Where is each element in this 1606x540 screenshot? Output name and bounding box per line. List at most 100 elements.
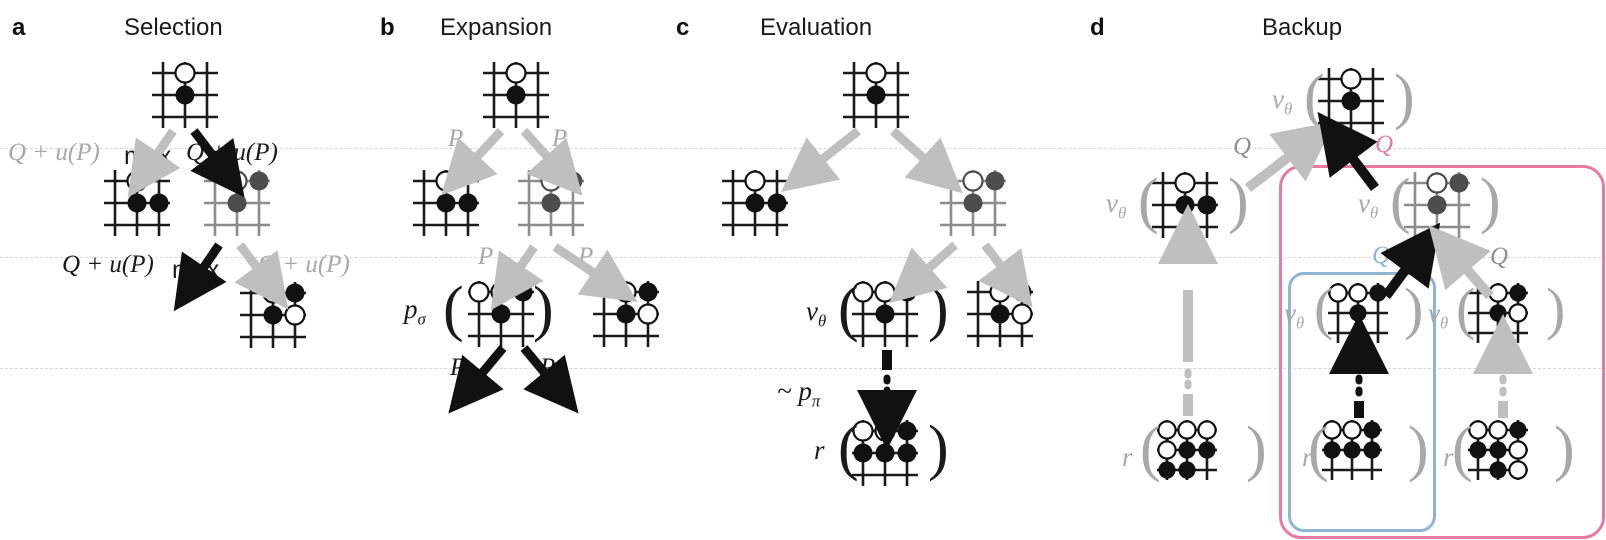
- paren-close-d-right: ): [1480, 167, 1501, 235]
- reward-label-d-left: r: [1122, 442, 1133, 472]
- panel-title-evaluation: Evaluation: [760, 14, 873, 41]
- q-label-d-gray-2: Q: [1490, 243, 1509, 270]
- board-evaluated-leaf-d: [1328, 283, 1388, 343]
- edge-label-p-b3: P: [478, 243, 494, 270]
- arrow-c-mid-right: [978, 242, 1033, 308]
- paren-close-d-tl: ): [1246, 415, 1267, 483]
- p-sigma-base: p: [404, 294, 418, 324]
- board-child-left-d: [1152, 172, 1218, 238]
- nu-base-d-root: ν: [1272, 84, 1284, 114]
- board-child-right-a: [204, 170, 270, 236]
- board-child-right-c: [940, 170, 1006, 236]
- board-root-a: [152, 62, 218, 128]
- value-label-d-left: νθ: [1106, 190, 1126, 222]
- paren-close-b: ): [533, 275, 554, 343]
- nu-base-d-leaf: ν: [1284, 298, 1296, 328]
- paren-close-d-tm: ): [1408, 415, 1429, 483]
- max-label-a1: max: [124, 142, 172, 170]
- paren-open-d-tr: (: [1452, 415, 1473, 483]
- value-label-d-sib: νθ: [1428, 300, 1448, 332]
- paren-open-c1: (: [838, 275, 859, 343]
- arrow-c-root-left: [781, 127, 861, 193]
- board-root-c: [843, 62, 909, 128]
- board-child-left-c: [722, 170, 788, 236]
- paren-open-d-root: (: [1304, 63, 1325, 131]
- nu-base-d-left: ν: [1106, 188, 1118, 218]
- paren-open-c2: (: [838, 414, 859, 482]
- value-label-c: νθ: [806, 298, 826, 330]
- panel-letter-d: d: [1090, 14, 1105, 41]
- paren-close-c2: ): [928, 414, 949, 482]
- nu-subscript-d-root: θ: [1283, 99, 1293, 119]
- nu-base-d-right: ν: [1358, 188, 1370, 218]
- paren-open-d-right: (: [1390, 167, 1411, 235]
- paren-open-d-sib: (: [1456, 276, 1476, 341]
- edge-label-qu-a2: Q + u(P): [186, 139, 278, 166]
- panel-letter-b: b: [380, 14, 395, 41]
- arrow-b-mid-left: [490, 244, 544, 311]
- panel-title-backup: Backup: [1262, 14, 1343, 41]
- p-pi-base: ~ p: [777, 376, 812, 406]
- paren-close-d-leaf: ): [1404, 276, 1424, 341]
- alphago-mcts-figure: a Selection Q + u(P) Q + u(P) max Q + u(…: [0, 0, 1606, 540]
- paren-open-b: (: [443, 275, 464, 343]
- paren-close-c1: ): [928, 275, 949, 343]
- board-expanded-b: [468, 281, 534, 347]
- max-label-a2: max: [172, 256, 220, 284]
- paren-open-d-leaf: (: [1314, 276, 1334, 341]
- board-terminal-right-d: [1468, 420, 1528, 480]
- panel-letter-c: c: [676, 14, 690, 41]
- board-terminal-mid-d: [1322, 420, 1382, 480]
- policy-label-p-sigma: pσ: [404, 296, 426, 328]
- edge-label-qu-a1: Q + u(P): [8, 139, 100, 166]
- board-evaluated-leaf-c: [852, 281, 918, 347]
- nu-subscript-c: θ: [817, 311, 827, 331]
- p-pi-subscript: π: [811, 391, 821, 411]
- board-terminal-left-d: [1157, 420, 1217, 480]
- edge-label-p-b5: P: [450, 354, 466, 381]
- value-label-d-root: νθ: [1272, 86, 1292, 118]
- paren-open-d-left: (: [1138, 167, 1159, 235]
- q-label-d-gray-1: Q: [1233, 133, 1252, 160]
- reward-label-c: r: [814, 435, 825, 465]
- board-root-b: [483, 62, 549, 128]
- nu-subscript-d-sib: θ: [1439, 313, 1449, 333]
- panel-letter-a: a: [12, 14, 26, 41]
- edge-label-qu-a3: Q + u(P): [62, 251, 154, 278]
- board-rollout-terminal-c: [852, 420, 918, 486]
- nu-subscript-d-right: θ: [1369, 203, 1379, 223]
- board-sibling-d: [1468, 283, 1528, 343]
- board-sibling-b: [593, 281, 659, 347]
- rollout-policy-label-c: ~ pπ: [777, 378, 820, 410]
- board-child-left-a: [104, 170, 170, 236]
- board-leaf-a: [240, 282, 306, 348]
- paren-close-d-tr: ): [1554, 415, 1575, 483]
- paren-close-d-left: ): [1228, 167, 1249, 235]
- paren-open-d-tm: (: [1308, 415, 1329, 483]
- nu-subscript-d-leaf: θ: [1295, 313, 1305, 333]
- paren-close-d-sib: ): [1546, 276, 1566, 341]
- panel-title-expansion: Expansion: [440, 14, 553, 41]
- paren-close-d-root: ): [1394, 63, 1415, 131]
- p-sigma-subscript: σ: [417, 309, 426, 329]
- edge-label-p-b1: P: [448, 125, 464, 152]
- board-child-left-b: [413, 170, 479, 236]
- panel-title-selection: Selection: [124, 14, 223, 41]
- value-label-d-right: νθ: [1358, 190, 1378, 222]
- edge-label-p-b4: P: [578, 243, 594, 270]
- board-child-right-d: [1404, 172, 1470, 238]
- arrow-b-expand-left: [448, 345, 507, 414]
- edge-label-p-b6: P: [540, 354, 556, 381]
- q-label-d-pink: Q: [1375, 131, 1394, 158]
- value-label-d-leaf: νθ: [1284, 300, 1304, 332]
- nu-base-d-sib: ν: [1428, 298, 1440, 328]
- edge-label-qu-a4: Q + u(P): [258, 251, 350, 278]
- board-sibling-c: [967, 281, 1033, 347]
- paren-open-d-tl: (: [1140, 415, 1161, 483]
- arrow-b-root-left: [441, 127, 505, 196]
- arrow-c-root-right: [890, 127, 963, 194]
- q-label-d-blue: Q: [1372, 242, 1391, 269]
- board-root-d: [1318, 68, 1384, 134]
- edge-label-p-b2: P: [552, 125, 568, 152]
- board-child-right-b: [518, 170, 584, 236]
